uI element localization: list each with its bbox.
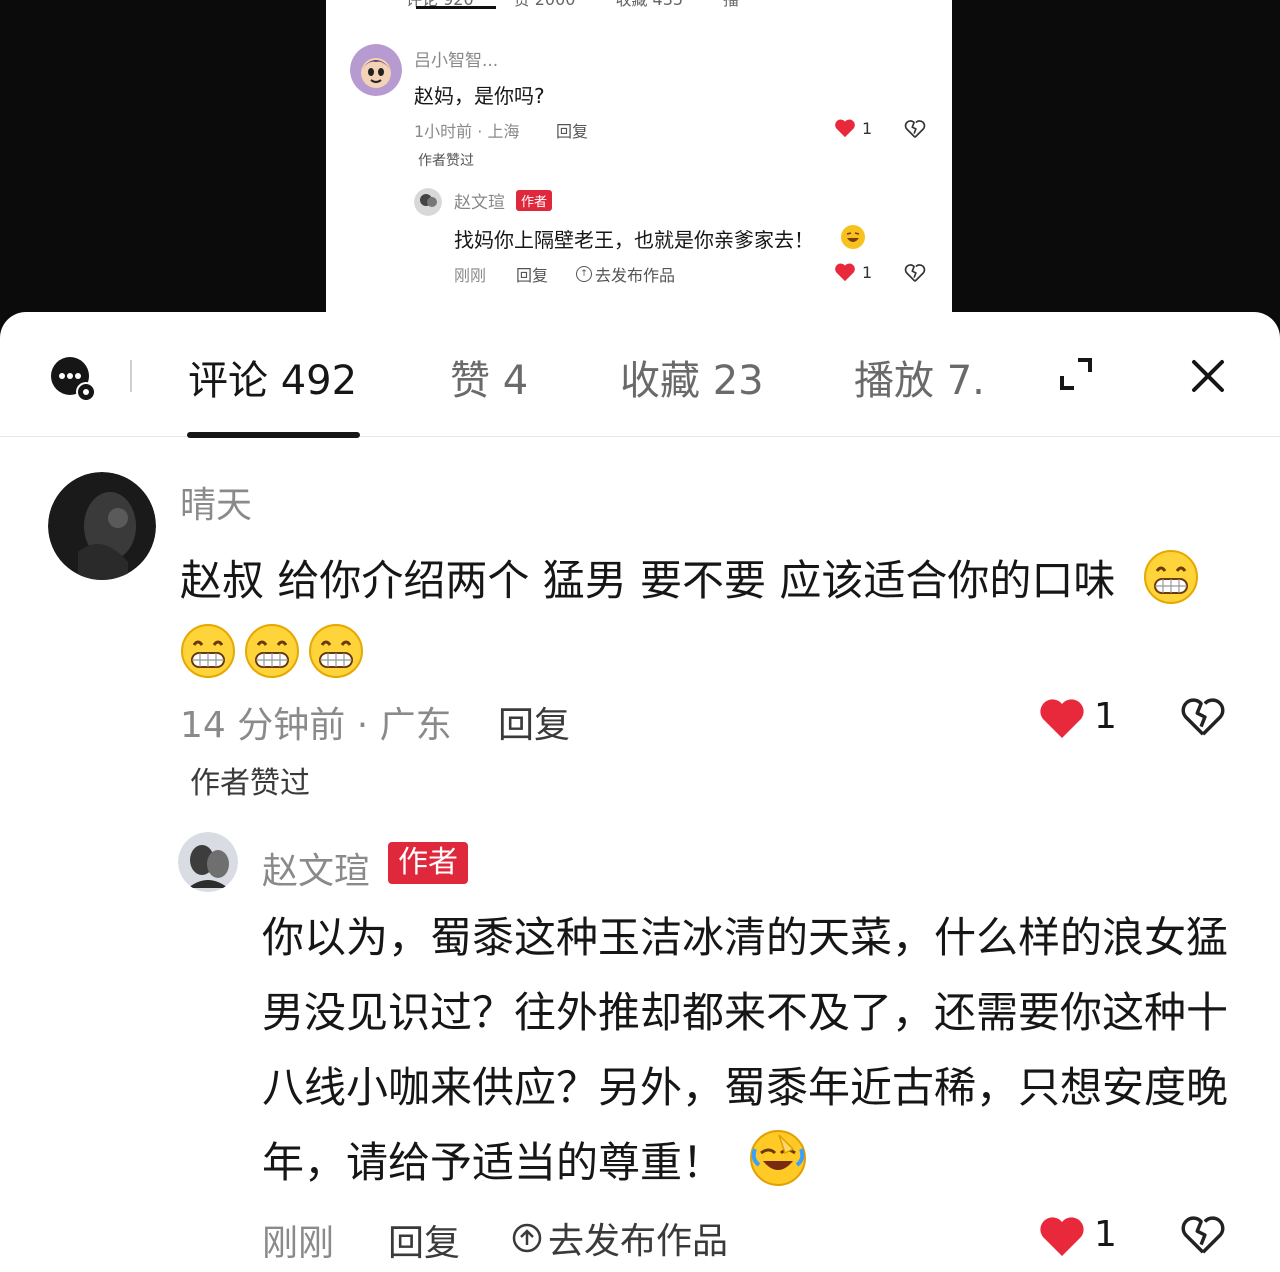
publish-icon: ↑ [576,266,592,282]
tab-plays[interactable]: 播放 7. [854,348,982,406]
tab-divider [130,360,132,392]
active-tab-indicator [187,432,360,438]
avatar[interactable] [48,472,156,580]
reply-text: 你以为，蜀黍这种玉洁冰清的天菜，什么样的浪女猛男没见识过？往外推却都来不及了，还… [262,900,1242,1200]
inset-tab-underline [416,6,496,9]
grin-emoji [1143,550,1198,604]
reply-button[interactable]: 回复 [498,696,570,748]
inset-reply-text: 找妈你上隔壁老王，也就是你亲爹家去！ [454,228,814,252]
inset-reply-avatar[interactable] [414,188,442,216]
tab-likes[interactable]: 赞 4 [450,348,528,406]
tab-bar: 评论 492 赞 4 收藏 23 播放 7. [0,312,1280,438]
author-badge: 作者 [388,842,468,884]
laugh-cry-emoji [841,225,865,249]
grin-emoji [245,624,299,678]
inset-like-count: 1 [862,119,873,138]
tab-comments[interactable]: 评论 492 [188,348,357,406]
reply-meta: 刚刚 [262,1223,335,1264]
inset-comment-user[interactable]: 吕小智智... [414,46,498,71]
grin-emoji [309,624,363,678]
inset-screenshot: 评论 920 赞 2000 收藏 435 播 吕小智智... 赵妈，是你吗? 1… [326,0,952,322]
comment-text: 赵叔 给你介绍两个 猛男 要不要 应该适合你的口味 [180,544,1240,692]
inset-reply-user[interactable]: 赵文瑄 [454,188,505,213]
inset-comment-text: 赵妈，是你吗? [414,84,545,108]
liked-by-author: 作者赞过 [190,766,310,801]
reply-text-body: 你以为，蜀黍这种玉洁冰清的天菜，什么样的浪女猛男没见识过？往外推却都来不及了，还… [262,913,1229,1187]
inset-avatar[interactable] [350,44,402,96]
reply-reply-button[interactable]: 回复 [388,1214,460,1266]
comment-meta: 14 分钟前 · 广东 [180,705,452,746]
facepalm-emoji [750,1130,807,1186]
inset-tab[interactable]: 赞 2000 [514,0,576,10]
inset-author-badge: 作者 [516,190,553,211]
inset-reply-like-count: 1 [862,263,873,282]
heart-icon[interactable] [1038,696,1086,740]
reply-like-count: 1 [1094,1214,1117,1255]
inset-tab[interactable]: 播 [723,0,739,10]
broken-heart-icon[interactable] [1180,1212,1226,1258]
comment-text-body: 赵叔 给你介绍两个 猛男 要不要 应该适合你的口味 [180,556,1116,605]
tab-favorites[interactable]: 收藏 23 [620,348,764,406]
comment-user-name[interactable]: 晴天 [180,476,252,528]
broken-heart-icon[interactable] [904,118,926,140]
broken-heart-icon[interactable] [904,262,926,284]
heart-icon[interactable] [834,118,856,138]
inset-reply-meta: 刚刚 [454,266,487,285]
inset-liked-by-author: 作者赞过 [418,153,474,169]
reply-user-name[interactable]: 赵文瑄 [262,842,370,894]
inset-publish-button[interactable]: ↑ 去发布作品 [576,262,675,286]
publish-label: 去发布作品 [548,1221,729,1262]
like-count: 1 [1094,696,1117,737]
grin-emoji [181,624,235,678]
inset-tabs-peek: 评论 920 赞 2000 收藏 435 播 [406,0,739,10]
publish-button[interactable]: 去发布作品 [512,1212,728,1264]
inset-reply-reply-button[interactable]: 回复 [516,262,548,286]
broken-heart-icon[interactable] [1180,694,1226,740]
close-icon[interactable] [1188,356,1228,396]
tab-plays-clip: 播放 7. [850,348,982,408]
inset-comment-meta: 1小时前 · 上海 [414,122,520,141]
publish-icon [512,1223,542,1253]
comment-sheet: 评论 492 赞 4 收藏 23 播放 7. 晴天 赵叔 给你介绍两个 猛男 要… [0,312,1280,1272]
inset-tab[interactable]: 收藏 435 [615,0,683,10]
expand-icon[interactable] [1058,356,1094,392]
heart-icon[interactable] [834,262,856,282]
inset-publish-label: 去发布作品 [595,266,676,285]
chat-settings-icon[interactable] [50,356,98,404]
inset-reply-button[interactable]: 回复 [556,118,588,142]
reply-avatar[interactable] [178,832,238,892]
heart-icon[interactable] [1038,1214,1086,1258]
